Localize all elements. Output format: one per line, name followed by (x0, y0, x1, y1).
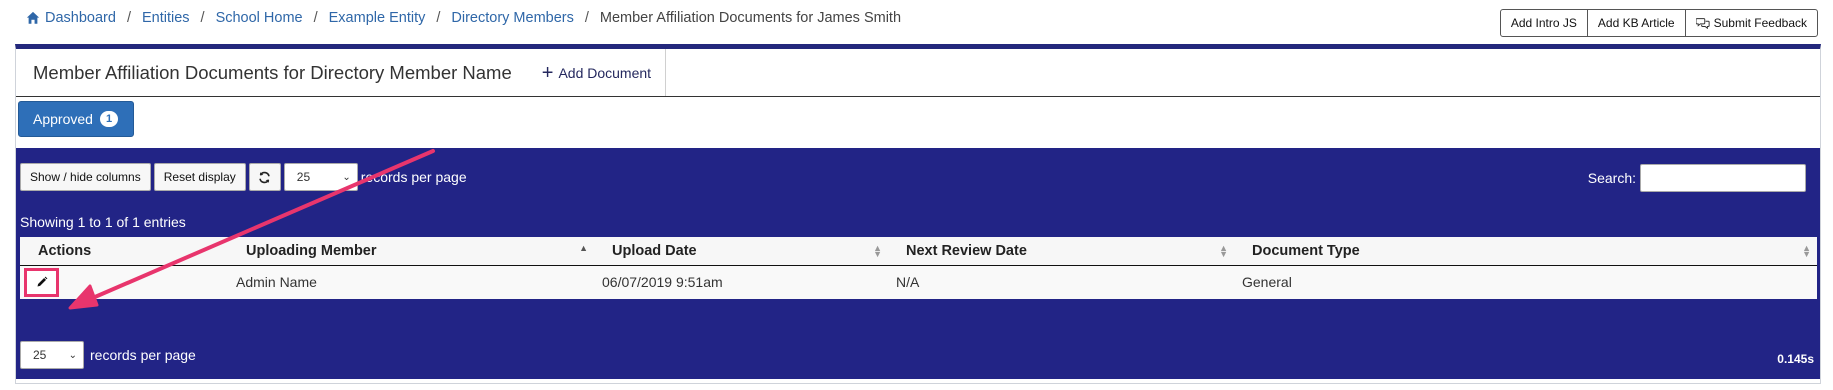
column-header-actions: Actions (20, 237, 228, 266)
records-per-page-label: records per page (360, 169, 467, 185)
panel-header: Member Affiliation Documents for Directo… (16, 49, 1820, 97)
page-length-value: 25 (296, 170, 311, 184)
sort-both-icon: ▲ ▼ (1802, 243, 1811, 259)
table-cell-upload-date: 06/07/2019 9:51am (594, 265, 888, 299)
refresh-button[interactable] (248, 163, 281, 191)
datatable-controls: Show / hide columns Reset display 25 ⌄ r… (20, 163, 467, 191)
footer-records-per-page-label: records per page (90, 347, 196, 363)
breadcrumb-separator: / (436, 10, 441, 26)
breadcrumb-example-entity[interactable]: Example Entity (329, 10, 426, 26)
documents-panel: Member Affiliation Documents for Directo… (15, 44, 1821, 384)
sort-asc-icon: ▲ (579, 243, 588, 253)
tab-approved-count-badge: 1 (99, 111, 119, 127)
pencil-icon (37, 276, 47, 287)
datatable-wrapper: Show / hide columns Reset display 25 ⌄ r… (16, 148, 1820, 379)
table-cell-uploading-member: Admin Name (228, 265, 594, 299)
add-kb-article-button[interactable]: Add KB Article (1586, 9, 1686, 37)
chevron-down-icon: ⌄ (68, 349, 77, 361)
chat-bubbles-icon (1695, 18, 1710, 29)
table-cell-actions (20, 265, 228, 299)
sort-both-icon: ▲ ▼ (873, 243, 882, 259)
sort-both-icon: ▲ ▼ (1219, 243, 1228, 259)
home-icon (26, 11, 40, 24)
add-document-button[interactable]: + Add Document (530, 49, 667, 96)
show-hide-columns-button[interactable]: Show / hide columns (20, 163, 151, 191)
breadcrumb-current-page: Member Affiliation Documents for James S… (599, 10, 902, 26)
table-row: Admin Name 06/07/2019 9:51am N/A General (20, 265, 1817, 299)
breadcrumb: Dashboard / Entities / School Home / Exa… (26, 10, 901, 26)
refresh-icon (259, 171, 271, 183)
page-length-select[interactable]: 25 ⌄ (283, 163, 358, 191)
table-cell-next-review-date: N/A (888, 265, 1234, 299)
column-header-next-review-date[interactable]: Next Review Date ▲ ▼ (888, 237, 1234, 266)
footer-page-length-select[interactable]: 25 ⌄ (20, 341, 84, 369)
documents-table: Actions Uploading Member ▲ Upload Date ▲ ▼ … (20, 237, 1817, 299)
chevron-down-icon: ⌄ (342, 171, 351, 183)
breadcrumb-entities[interactable]: Entities (142, 10, 190, 26)
footer-page-length-value: 25 (33, 348, 47, 362)
search-label: Search: (1587, 170, 1636, 186)
breadcrumb-dashboard[interactable]: Dashboard (45, 10, 116, 26)
breadcrumb-separator: / (200, 10, 205, 26)
datatable-info: Showing 1 to 1 of 1 entries (20, 214, 186, 230)
table-header-row: Actions Uploading Member ▲ Upload Date ▲ ▼ … (20, 237, 1817, 266)
breadcrumb-directory-members[interactable]: Directory Members (451, 10, 573, 26)
add-document-label: Add Document (558, 64, 652, 81)
breadcrumb-school-home[interactable]: School Home (216, 10, 303, 26)
datatable-timing: 0.145s (1777, 352, 1814, 366)
column-header-upload-date[interactable]: Upload Date ▲ ▼ (594, 237, 888, 266)
table-cell-document-type: General (1234, 265, 1817, 299)
tab-approved-label: Approved (33, 111, 93, 127)
page-title: Member Affiliation Documents for Directo… (33, 61, 512, 83)
datatable-footer: 25 ⌄ records per page (20, 341, 196, 369)
status-tabs: Approved 1 (16, 97, 1820, 143)
submit-feedback-label: Submit Feedback (1713, 16, 1807, 30)
breadcrumb-separator: / (313, 10, 318, 26)
search-input[interactable] (1640, 164, 1806, 192)
submit-feedback-button[interactable]: Submit Feedback (1684, 9, 1818, 37)
breadcrumb-separator: / (584, 10, 589, 26)
page-tools-toolbar: Add Intro JS Add KB Article Submit Feedb… (1499, 9, 1818, 37)
breadcrumb-separator: / (126, 10, 131, 26)
plus-icon: + (541, 61, 554, 84)
column-header-uploading-member[interactable]: Uploading Member ▲ (228, 237, 594, 266)
column-header-document-type[interactable]: Document Type ▲ ▼ (1234, 237, 1817, 266)
datatable-search: Search: (1588, 164, 1806, 192)
reset-display-button[interactable]: Reset display (153, 163, 246, 191)
edit-document-button[interactable] (24, 267, 59, 297)
tab-approved[interactable]: Approved 1 (18, 101, 135, 137)
add-intro-js-button[interactable]: Add Intro JS (1499, 9, 1588, 37)
